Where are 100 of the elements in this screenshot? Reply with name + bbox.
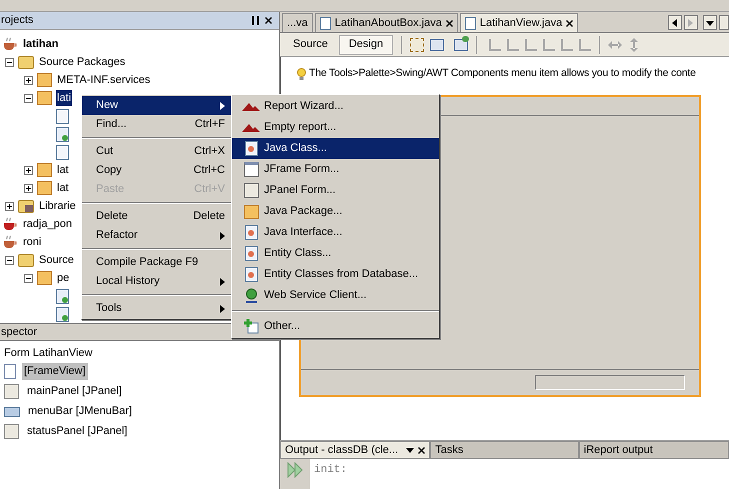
menu-item[interactable]: Entity Class... bbox=[232, 243, 439, 264]
output-tab[interactable]: Output - classDB (cle... bbox=[280, 441, 430, 459]
close-icon[interactable] bbox=[418, 446, 426, 454]
component-item[interactable]: menuBar [JMenuBar] bbox=[26, 403, 134, 420]
component-item[interactable]: statusPanel [JPanel] bbox=[25, 423, 130, 440]
tree-item[interactable]: META-INF.services bbox=[56, 72, 152, 88]
package-icon bbox=[244, 204, 258, 218]
file-icon bbox=[320, 16, 331, 30]
menu-item[interactable]: Compile Package F9 bbox=[82, 253, 231, 272]
window-form-icon bbox=[244, 162, 258, 177]
menu-item[interactable]: Local History bbox=[82, 272, 231, 291]
class-file-icon bbox=[244, 246, 258, 261]
menu-item[interactable]: Java Interface... bbox=[232, 222, 439, 243]
tree-item[interactable]: pe bbox=[56, 270, 70, 286]
package-icon bbox=[37, 163, 52, 177]
close-icon[interactable] bbox=[566, 20, 574, 26]
editor-tab[interactable]: LatihanAboutBox.java bbox=[314, 13, 458, 32]
component-item[interactable]: mainPanel [JPanel] bbox=[25, 383, 124, 400]
page-icon bbox=[4, 364, 16, 379]
globe-icon bbox=[244, 288, 258, 303]
file-icon[interactable] bbox=[56, 108, 69, 124]
tree-item[interactable]: lat bbox=[56, 162, 70, 178]
class-file-icon bbox=[244, 141, 258, 156]
menu-item[interactable]: Delete Delete bbox=[82, 207, 231, 226]
menu-item[interactable]: Other... bbox=[232, 316, 439, 337]
coffee-cup-icon bbox=[2, 235, 18, 249]
scroll-left-button[interactable] bbox=[668, 15, 682, 30]
package-icon bbox=[37, 181, 52, 195]
folder-icon bbox=[18, 56, 34, 68]
minimize-icon bbox=[406, 446, 414, 454]
panel-icon bbox=[4, 384, 19, 399]
report-icon bbox=[242, 102, 260, 112]
panel-title: rojects bbox=[1, 13, 34, 28]
expand-toggle[interactable] bbox=[24, 184, 33, 192]
menu-item[interactable]: New bbox=[82, 96, 231, 115]
menu-item[interactable]: Web Service Client... bbox=[232, 285, 439, 306]
output-text: init: bbox=[314, 464, 348, 476]
down-arrow-icon bbox=[706, 18, 714, 26]
expand-toggle[interactable] bbox=[24, 274, 33, 282]
panel-title: spector bbox=[1, 324, 38, 340]
submenu-arrow-icon bbox=[220, 304, 225, 312]
menu-item[interactable]: JPanel Form... bbox=[232, 180, 439, 201]
tree-item[interactable]: radja_pon bbox=[22, 216, 73, 232]
tree-item[interactable]: lat bbox=[56, 180, 70, 196]
editor-tab[interactable]: ...va bbox=[282, 13, 313, 32]
lightbulb-icon bbox=[297, 68, 306, 80]
expand-toggle[interactable] bbox=[5, 58, 14, 66]
view-toggle[interactable]: Design bbox=[338, 34, 394, 54]
menu-item[interactable]: Tools bbox=[82, 299, 231, 318]
folder-icon bbox=[18, 254, 34, 266]
tree-item[interactable]: latihan bbox=[22, 36, 60, 52]
expand-toggle[interactable] bbox=[24, 166, 33, 174]
editor-tab[interactable]: LatihanView.java bbox=[460, 13, 578, 32]
coffee-cup-icon bbox=[2, 37, 18, 51]
output-tab[interactable]: iReport output bbox=[578, 441, 729, 459]
form-file-icon[interactable] bbox=[56, 126, 69, 142]
package-icon bbox=[37, 91, 52, 105]
menu-item[interactable]: Report Wizard... bbox=[232, 96, 439, 117]
left-arrow-icon bbox=[671, 18, 679, 26]
submenu-arrow-icon bbox=[220, 278, 225, 286]
view-toggle[interactable]: Source bbox=[284, 34, 337, 54]
menu-item[interactable]: Cut Ctrl+X bbox=[82, 142, 231, 161]
file-icon[interactable] bbox=[56, 144, 69, 160]
connection-icon[interactable] bbox=[430, 38, 444, 50]
expand-toggle[interactable] bbox=[5, 202, 14, 210]
menu-item[interactable]: Find... Ctrl+F bbox=[82, 115, 231, 134]
hint-text: The Tools>Palette>Swing/AWT Components menu item allows you to modify the conte bbox=[309, 66, 696, 82]
class-file-icon bbox=[244, 225, 258, 240]
menu-bar-icon bbox=[4, 406, 20, 416]
form-file-icon[interactable] bbox=[56, 288, 69, 304]
menu-item[interactable]: Refactor bbox=[82, 226, 231, 245]
component-item[interactable]: [FrameView] bbox=[22, 363, 88, 380]
menu-item[interactable]: Java Package... bbox=[232, 201, 439, 222]
add-file-icon bbox=[244, 319, 258, 334]
tree-item[interactable]: roni bbox=[22, 234, 42, 250]
selection-icon[interactable] bbox=[410, 38, 424, 52]
menu-item[interactable]: Copy Ctrl+C bbox=[82, 161, 231, 180]
expand-toggle[interactable] bbox=[24, 76, 33, 84]
menu-item[interactable]: Empty report... bbox=[232, 117, 439, 138]
tree-item[interactable]: Librarie bbox=[38, 198, 77, 214]
close-icon[interactable] bbox=[265, 17, 272, 24]
expand-toggle[interactable] bbox=[5, 256, 14, 264]
tree-item[interactable]: lati bbox=[56, 90, 72, 106]
close-icon[interactable] bbox=[446, 20, 453, 26]
form-file-icon[interactable] bbox=[56, 306, 69, 322]
menu-item[interactable]: Java Class... bbox=[232, 138, 439, 159]
minimize-icon[interactable] bbox=[252, 16, 259, 25]
panel-icon bbox=[4, 424, 19, 439]
preview-icon[interactable] bbox=[454, 38, 468, 50]
tree-item[interactable]: Source bbox=[38, 252, 75, 268]
report-icon bbox=[242, 122, 260, 132]
tree-item[interactable]: Source Packages bbox=[38, 54, 126, 70]
menu-item[interactable]: Entity Classes from Database... bbox=[232, 264, 439, 285]
expand-toggle[interactable] bbox=[24, 94, 33, 102]
menu-item[interactable]: JFrame Form... bbox=[232, 159, 439, 180]
file-icon bbox=[464, 16, 476, 30]
output-tab[interactable]: Tasks bbox=[430, 441, 579, 459]
dropdown-button[interactable] bbox=[703, 15, 717, 30]
class-file-icon bbox=[244, 267, 258, 282]
right-arrow-icon bbox=[687, 18, 695, 26]
